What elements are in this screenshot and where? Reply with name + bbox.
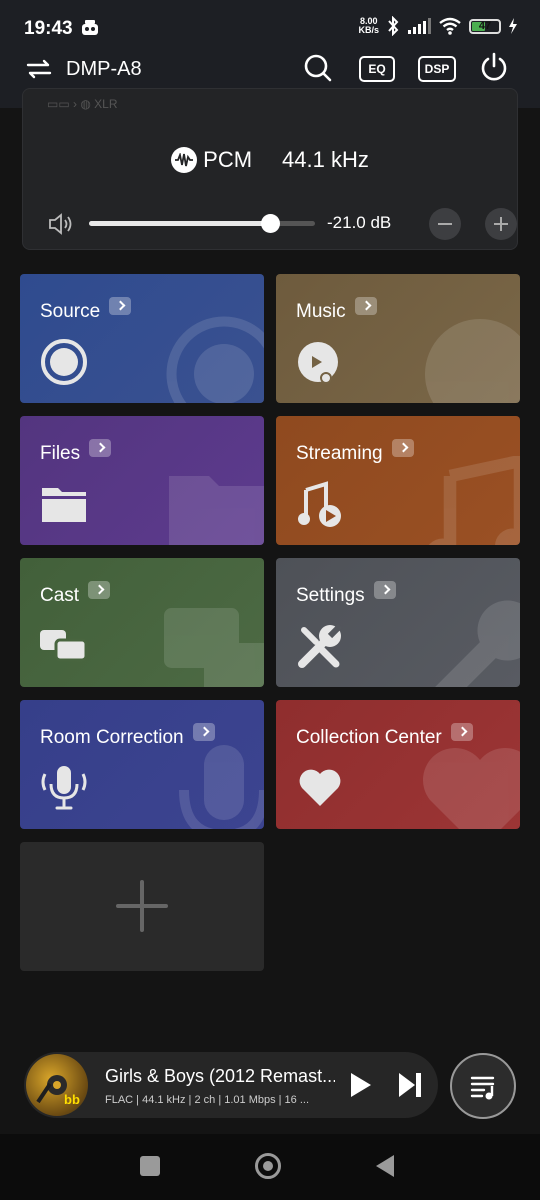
faded-device-icons: ▭▭ › ◍ bbox=[47, 97, 95, 111]
minus-icon bbox=[438, 223, 452, 225]
home-icon[interactable] bbox=[255, 1153, 281, 1179]
device-name[interactable]: DMP-A8 bbox=[66, 58, 142, 81]
chevron-right-icon bbox=[88, 581, 111, 599]
network-speed: 8.00 KB/s bbox=[358, 17, 379, 35]
volume-slider[interactable] bbox=[89, 214, 315, 233]
tile-cast-label: Cast bbox=[40, 585, 80, 606]
chevron-right-icon bbox=[373, 581, 396, 599]
back-icon[interactable] bbox=[376, 1155, 394, 1177]
chevron-right-icon bbox=[354, 297, 377, 315]
volume-up-button[interactable] bbox=[485, 208, 517, 240]
next-track-icon[interactable] bbox=[396, 1071, 424, 1099]
track-title: Girls & Boys (2012 Remast... bbox=[105, 1066, 335, 1086]
network-speed-unit: KB/s bbox=[358, 25, 379, 35]
play-icon[interactable] bbox=[346, 1071, 374, 1099]
tile-music[interactable]: Music bbox=[276, 274, 520, 403]
tile-settings-label: Settings bbox=[296, 585, 365, 606]
wrench-icon bbox=[298, 623, 343, 668]
system-nav-bar bbox=[0, 1134, 540, 1200]
charging-icon bbox=[509, 18, 517, 34]
album-cover: bb bbox=[26, 1054, 88, 1116]
power-icon[interactable] bbox=[479, 52, 509, 82]
tile-source[interactable]: Source bbox=[20, 274, 264, 403]
streaming-watermark-icon bbox=[428, 456, 520, 545]
switch-device-icon[interactable] bbox=[26, 58, 52, 84]
status-icons: 8.00 KB/s 47 bbox=[358, 16, 518, 36]
chevron-right-icon bbox=[450, 723, 473, 741]
device-status-card: ▭▭ › ◍ XLR PCM 44.1 kHz -21.0 dB bbox=[22, 88, 518, 250]
bluetooth-icon bbox=[388, 16, 399, 36]
source-icon bbox=[41, 339, 87, 385]
plus-icon bbox=[494, 217, 508, 231]
notification-app-icon bbox=[82, 20, 98, 35]
cast-icon bbox=[40, 630, 88, 662]
tile-streaming[interactable]: Streaming bbox=[276, 416, 520, 545]
waveform-icon bbox=[171, 147, 198, 173]
tile-streaming-label: Streaming bbox=[296, 443, 383, 464]
folder-watermark-icon bbox=[169, 476, 264, 545]
signal-icon bbox=[408, 18, 431, 34]
tile-files-label: Files bbox=[40, 443, 81, 464]
output-route: ▭▭ › ◍ XLR bbox=[47, 97, 118, 111]
recent-apps-icon[interactable] bbox=[140, 1156, 160, 1176]
chevron-right-icon bbox=[109, 297, 132, 315]
music-disc-icon bbox=[298, 342, 338, 384]
chevron-right-icon bbox=[391, 439, 414, 457]
tile-cast[interactable]: Cast bbox=[20, 558, 264, 687]
volume-slider-fill bbox=[89, 221, 270, 226]
album-logo-icon: bb bbox=[64, 1092, 80, 1107]
tile-settings[interactable]: Settings bbox=[276, 558, 520, 687]
wifi-icon bbox=[439, 17, 461, 35]
playlist-queue-button[interactable] bbox=[450, 1053, 516, 1119]
settings-watermark-icon bbox=[435, 600, 520, 687]
sample-rate: 44.1 kHz bbox=[282, 147, 369, 172]
playlist-icon bbox=[470, 1076, 495, 1100]
audio-format-row: PCM 44.1 kHz bbox=[23, 147, 517, 173]
track-format-info: FLAC | 44.1 kHz | 2 ch | 1.01 Mbps | 16 … bbox=[105, 1094, 310, 1106]
chevron-right-icon bbox=[192, 723, 215, 741]
folder-icon bbox=[42, 488, 86, 522]
volume-row: -21.0 dB bbox=[47, 208, 517, 240]
streaming-music-icon bbox=[298, 481, 341, 527]
music-watermark-icon bbox=[425, 319, 520, 403]
volume-slider-thumb[interactable] bbox=[260, 214, 280, 233]
room-correction-watermark-icon bbox=[179, 745, 264, 829]
tile-collection-center[interactable]: Collection Center bbox=[276, 700, 520, 829]
output-hint: XLR bbox=[94, 97, 118, 111]
volume-db: -21.0 dB bbox=[327, 213, 392, 232]
cast-watermark-icon bbox=[164, 608, 264, 687]
heart-watermark-icon bbox=[423, 748, 520, 829]
clock: 19:43 bbox=[24, 18, 73, 39]
plus-icon bbox=[116, 880, 168, 932]
tile-music-label: Music bbox=[296, 301, 346, 322]
microphone-icon bbox=[41, 766, 87, 810]
tile-room-correction-label: Room Correction bbox=[40, 727, 184, 748]
battery-level: 47 bbox=[478, 19, 492, 32]
format-label: PCM bbox=[203, 147, 253, 172]
tile-source-label: Source bbox=[40, 301, 101, 322]
dsp-button[interactable]: DSP bbox=[418, 56, 456, 82]
tile-room-correction[interactable]: Room Correction bbox=[20, 700, 264, 829]
tile-files[interactable]: Files bbox=[20, 416, 264, 545]
search-icon[interactable] bbox=[303, 53, 333, 83]
volume-down-button[interactable] bbox=[429, 208, 461, 240]
now-playing-bar[interactable]: bb Girls & Boys (2012 Remast... FLAC | 4… bbox=[24, 1052, 438, 1118]
heart-icon bbox=[299, 769, 341, 806]
add-tile-button[interactable] bbox=[20, 842, 264, 971]
source-watermark-icon bbox=[166, 316, 264, 403]
chevron-right-icon bbox=[89, 439, 112, 457]
eq-button[interactable]: EQ bbox=[359, 56, 395, 82]
speaker-icon[interactable] bbox=[47, 211, 73, 237]
status-bar: 19:43 8.00 KB/s 47 bbox=[0, 0, 540, 58]
battery-icon: 47 bbox=[469, 18, 501, 34]
